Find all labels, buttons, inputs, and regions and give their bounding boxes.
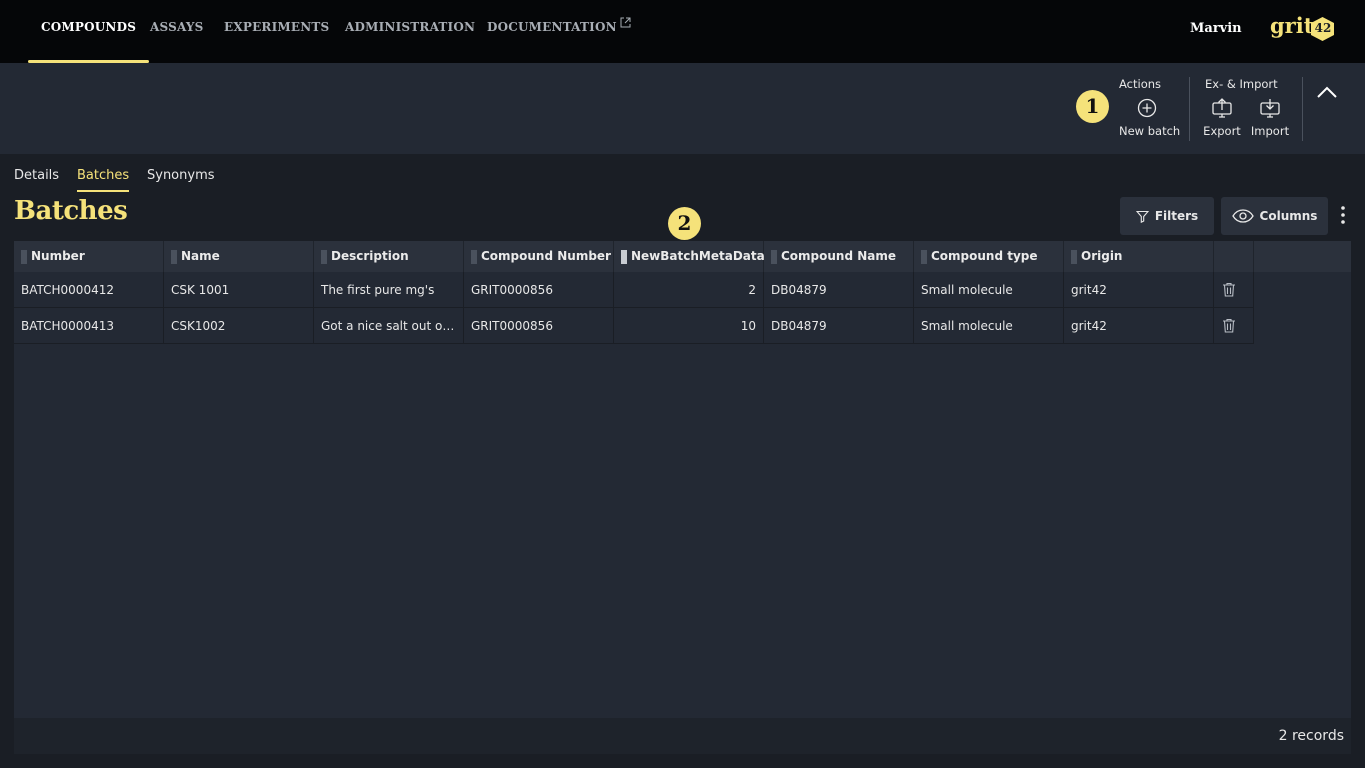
column-header-number[interactable]: Number [14,241,164,272]
toolbar-divider [1189,77,1190,141]
column-header-compound-type[interactable]: Compound type [914,241,1064,272]
import-button[interactable]: Import [1242,98,1298,138]
nav-documentation-label: DOCUMENTATION [487,20,617,34]
external-link-icon [620,17,631,28]
cell-description[interactable]: Got a nice salt out of … [314,308,464,344]
toolbar-divider [1302,77,1303,141]
kebab-icon[interactable] [1336,205,1350,225]
column-header-description[interactable]: Description [314,241,464,272]
plus-circle-icon [1137,98,1157,118]
page-title: Batches [14,196,128,226]
column-header-actions [1214,241,1254,272]
column-drag-handle[interactable] [471,250,477,264]
column-header-label: Description [331,249,409,263]
cell-compound-name[interactable]: DB04879 [764,272,914,308]
new-batch-button[interactable]: New batch [1119,98,1181,138]
cell-name[interactable]: CSK 1001 [164,272,314,308]
column-header-label: Name [181,249,220,263]
grit42-logo[interactable]: grit 42 [1270,13,1336,43]
ex-import-group-title: Ex- & Import [1205,77,1278,91]
logo-text: grit [1270,13,1314,38]
filters-button[interactable]: Filters [1120,197,1214,235]
column-drag-handle[interactable] [21,250,27,264]
nav-documentation[interactable]: DOCUMENTATION [487,0,631,63]
trash-icon[interactable] [1222,318,1236,333]
cell-compound-number[interactable]: GRIT0000856 [464,272,614,308]
column-header-label: Compound type [931,249,1038,263]
tab-batches[interactable]: Batches [77,168,130,192]
filters-label: Filters [1154,209,1199,223]
column-header-origin[interactable]: Origin [1064,241,1214,272]
tab-details[interactable]: Details [14,168,59,190]
column-header-compound-name[interactable]: Compound Name [764,241,914,272]
table-header: Number Name Description Compound Number … [14,241,1351,272]
actions-group-title: Actions [1119,77,1162,91]
column-header-compound-number[interactable]: Compound Number [464,241,614,272]
column-header-label: Compound Number [481,249,611,263]
top-nav: COMPOUNDS ASSAYS EXPERIMENTS ADMINISTRAT… [0,0,1365,63]
cell-description[interactable]: The first pure mg's [314,272,464,308]
cell-number[interactable]: BATCH0000413 [14,308,164,344]
batches-table: Number Name Description Compound Number … [14,241,1351,754]
cell-compound-type[interactable]: Small molecule [914,272,1064,308]
annotation-badge-1: 1 [1076,90,1109,123]
column-drag-handle[interactable] [621,250,627,264]
cell-newbatchmetadata[interactable]: 2 [614,272,764,308]
nav-assays[interactable]: ASSAYS [150,0,204,63]
cell-compound-type[interactable]: Small molecule [914,308,1064,344]
import-label: Import [1250,124,1290,138]
cell-origin[interactable]: grit42 [1064,272,1214,308]
column-header-label: Number [31,249,85,263]
export-icon [1212,98,1232,118]
toolbar: 1 Actions New batch Ex- & Import Export … [0,63,1365,154]
tab-synonyms[interactable]: Synonyms [147,168,215,190]
column-header-name[interactable]: Name [164,241,314,272]
column-header-label: Origin [1081,249,1123,263]
column-header-label: NewBatchMetaData [631,249,765,263]
nav-experiments[interactable]: EXPERIMENTS [224,0,329,63]
column-header-newbatchmetadata[interactable]: NewBatchMetaData [614,241,765,272]
record-count: 2 records [1278,728,1344,744]
cell-origin[interactable]: grit42 [1064,308,1214,344]
cell-compound-name[interactable]: DB04879 [764,308,914,344]
column-drag-handle[interactable] [171,250,177,264]
cell-name[interactable]: CSK1002 [164,308,314,344]
cell-newbatchmetadata[interactable]: 10 [614,308,764,344]
cell-number[interactable]: BATCH0000412 [14,272,164,308]
user-name[interactable]: Marvin [1190,21,1242,36]
column-drag-handle[interactable] [921,250,927,264]
column-drag-handle[interactable] [771,250,777,264]
logo-number: 42 [1314,21,1332,35]
new-batch-label: New batch [1119,124,1181,138]
nav-compounds[interactable]: COMPOUNDS [27,0,150,63]
nav-administration[interactable]: ADMINISTRATION [345,0,475,63]
eye-icon [1231,209,1254,223]
import-icon [1260,99,1280,118]
columns-button[interactable]: Columns [1221,197,1328,235]
column-drag-handle[interactable] [1071,250,1077,264]
table-footer: 2 records [14,718,1351,754]
column-drag-handle[interactable] [321,250,327,264]
trash-icon[interactable] [1222,282,1236,297]
annotation-badge-2: 2 [668,207,701,240]
column-header-label: Compound Name [781,249,897,263]
cell-actions [1214,272,1254,308]
table-row[interactable]: BATCH0000413 CSK1002 Got a nice salt out… [14,308,1254,344]
filter-icon [1135,210,1149,223]
chevron-up-icon[interactable] [1314,81,1340,103]
cell-compound-number[interactable]: GRIT0000856 [464,308,614,344]
table-row[interactable]: BATCH0000412 CSK 1001 The first pure mg'… [14,272,1254,308]
cell-actions [1214,308,1254,344]
columns-label: Columns [1259,209,1318,223]
